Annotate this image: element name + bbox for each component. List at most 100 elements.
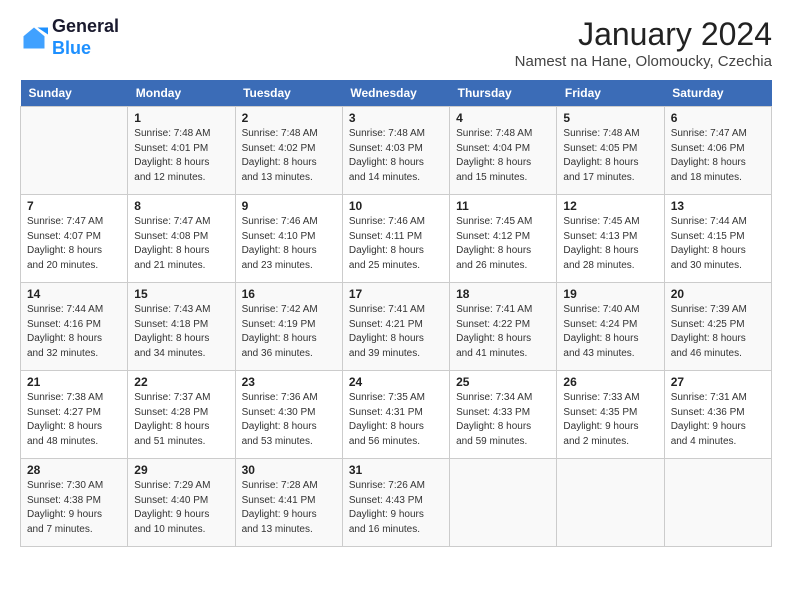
day-number: 13 [671,199,765,213]
day-number: 28 [27,463,121,477]
day-number: 23 [242,375,336,389]
calendar-week-row: 28Sunrise: 7:30 AM Sunset: 4:38 PM Dayli… [21,459,772,547]
day-number: 25 [456,375,550,389]
calendar-cell: 28Sunrise: 7:30 AM Sunset: 4:38 PM Dayli… [21,459,128,547]
calendar-header-cell: Sunday [21,80,128,107]
calendar-cell: 14 Sunrise: 7:44 AM Sunset: 4:16 PM Dayli… [21,283,128,371]
day-info: Sunrise: 7:45 AM Sunset: 4:12 PM Dayligh… [456,215,550,273]
calendar-cell: 4 Sunrise: 7:48 AM Sunset: 4:04 PM Daylig… [450,107,557,195]
calendar-header-cell: Thursday [450,80,557,107]
calendar-cell: 30 Sunrise: 7:28 AM Sunset: 4:41 PM Dayli… [235,459,342,547]
day-info: Sunrise: 7:47 AM Sunset: 4:06 PM Dayligh… [671,127,765,185]
calendar-cell: 21 Sunrise: 7:38 AM Sunset: 4:27 PM Dayli… [21,371,128,459]
calendar-cell [450,459,557,547]
calendar-cell: 29 Sunrise: 7:29 AM Sunset: 4:40 PM Dayli… [128,459,235,547]
day-info: Sunrise: 7:28 AM Sunset: 4:41 PM Dayligh… [242,479,336,537]
logo: General Blue [20,16,119,59]
calendar-cell: 1Sunrise: 7:48 AM Sunset: 4:01 PM Daylig… [128,107,235,195]
day-number: 16 [242,287,336,301]
day-number: 7 [27,199,121,213]
calendar-cell: 18 Sunrise: 7:41 AM Sunset: 4:22 PM Dayli… [450,283,557,371]
day-number: 30 [242,463,336,477]
day-info: Sunrise: 7:45 AM Sunset: 4:13 PM Dayligh… [563,215,657,273]
calendar-cell: 5 Sunrise: 7:48 AM Sunset: 4:05 PM Daylig… [557,107,664,195]
day-info: Sunrise: 7:44 AM Sunset: 4:15 PM Dayligh… [671,215,765,273]
day-number: 15 [134,287,228,301]
logo-text: General Blue [52,16,119,59]
calendar-cell: 12 Sunrise: 7:45 AM Sunset: 4:13 PM Dayli… [557,195,664,283]
calendar-cell: 3Sunrise: 7:48 AM Sunset: 4:03 PM Daylig… [342,107,449,195]
calendar-cell [664,459,771,547]
day-info: Sunrise: 7:37 AM Sunset: 4:28 PM Dayligh… [134,391,228,449]
day-info: Sunrise: 7:36 AM Sunset: 4:30 PM Dayligh… [242,391,336,449]
calendar-table: SundayMondayTuesdayWednesdayThursdayFrid… [20,80,772,547]
day-info: Sunrise: 7:40 AM Sunset: 4:24 PM Dayligh… [563,303,657,361]
calendar-header-cell: Wednesday [342,80,449,107]
day-number: 2 [242,111,336,125]
calendar-body: 1Sunrise: 7:48 AM Sunset: 4:01 PM Daylig… [21,107,772,547]
calendar-cell: 22 Sunrise: 7:37 AM Sunset: 4:28 PM Dayli… [128,371,235,459]
main-title: January 2024 [515,16,772,53]
day-number: 20 [671,287,765,301]
calendar-header-cell: Monday [128,80,235,107]
calendar-cell: 19 Sunrise: 7:40 AM Sunset: 4:24 PM Dayli… [557,283,664,371]
day-number: 19 [563,287,657,301]
day-number: 24 [349,375,443,389]
day-number: 11 [456,199,550,213]
calendar-cell: 26Sunrise: 7:33 AM Sunset: 4:35 PM Dayli… [557,371,664,459]
calendar-cell: 2 Sunrise: 7:48 AM Sunset: 4:02 PM Daylig… [235,107,342,195]
calendar-cell: 25 Sunrise: 7:34 AM Sunset: 4:33 PM Dayli… [450,371,557,459]
calendar-cell: 31Sunrise: 7:26 AM Sunset: 4:43 PM Dayli… [342,459,449,547]
calendar-cell: 11 Sunrise: 7:45 AM Sunset: 4:12 PM Dayli… [450,195,557,283]
day-number: 31 [349,463,443,477]
day-number: 18 [456,287,550,301]
day-info: Sunrise: 7:41 AM Sunset: 4:22 PM Dayligh… [456,303,550,361]
calendar-cell: 20 Sunrise: 7:39 AM Sunset: 4:25 PM Dayli… [664,283,771,371]
logo-icon [20,24,48,52]
day-info: Sunrise: 7:46 AM Sunset: 4:11 PM Dayligh… [349,215,443,273]
calendar-week-row: 7 Sunrise: 7:47 AM Sunset: 4:07 PM Daylig… [21,195,772,283]
day-number: 1 [134,111,228,125]
day-number: 10 [349,199,443,213]
title-block: January 2024 Namest na Hane, Olomoucky, … [515,16,772,70]
day-info: Sunrise: 7:48 AM Sunset: 4:04 PM Dayligh… [456,127,550,185]
day-info: Sunrise: 7:47 AM Sunset: 4:08 PM Dayligh… [134,215,228,273]
calendar-cell: 17Sunrise: 7:41 AM Sunset: 4:21 PM Dayli… [342,283,449,371]
day-number: 5 [563,111,657,125]
day-number: 12 [563,199,657,213]
day-number: 17 [349,287,443,301]
calendar-cell [557,459,664,547]
subtitle: Namest na Hane, Olomoucky, Czechia [515,53,772,70]
day-info: Sunrise: 7:48 AM Sunset: 4:05 PM Dayligh… [563,127,657,185]
day-info: Sunrise: 7:47 AM Sunset: 4:07 PM Dayligh… [27,215,121,273]
day-info: Sunrise: 7:38 AM Sunset: 4:27 PM Dayligh… [27,391,121,449]
day-info: Sunrise: 7:34 AM Sunset: 4:33 PM Dayligh… [456,391,550,449]
day-number: 29 [134,463,228,477]
day-number: 14 [27,287,121,301]
day-number: 6 [671,111,765,125]
day-number: 8 [134,199,228,213]
day-info: Sunrise: 7:44 AM Sunset: 4:16 PM Dayligh… [27,303,121,361]
calendar-cell: 23 Sunrise: 7:36 AM Sunset: 4:30 PM Dayli… [235,371,342,459]
day-number: 4 [456,111,550,125]
calendar-cell [21,107,128,195]
calendar-week-row: 1Sunrise: 7:48 AM Sunset: 4:01 PM Daylig… [21,107,772,195]
calendar-cell: 27Sunrise: 7:31 AM Sunset: 4:36 PM Dayli… [664,371,771,459]
calendar-week-row: 21 Sunrise: 7:38 AM Sunset: 4:27 PM Dayli… [21,371,772,459]
calendar-cell: 10 Sunrise: 7:46 AM Sunset: 4:11 PM Dayli… [342,195,449,283]
day-number: 22 [134,375,228,389]
day-info: Sunrise: 7:39 AM Sunset: 4:25 PM Dayligh… [671,303,765,361]
day-info: Sunrise: 7:31 AM Sunset: 4:36 PM Dayligh… [671,391,765,449]
calendar-cell: 8 Sunrise: 7:47 AM Sunset: 4:08 PM Daylig… [128,195,235,283]
calendar-cell: 9Sunrise: 7:46 AM Sunset: 4:10 PM Daylig… [235,195,342,283]
day-number: 21 [27,375,121,389]
calendar-cell: 16Sunrise: 7:42 AM Sunset: 4:19 PM Dayli… [235,283,342,371]
calendar-cell: 7 Sunrise: 7:47 AM Sunset: 4:07 PM Daylig… [21,195,128,283]
day-info: Sunrise: 7:29 AM Sunset: 4:40 PM Dayligh… [134,479,228,537]
calendar-cell: 15 Sunrise: 7:43 AM Sunset: 4:18 PM Dayli… [128,283,235,371]
day-number: 26 [563,375,657,389]
calendar-cell: 6 Sunrise: 7:47 AM Sunset: 4:06 PM Daylig… [664,107,771,195]
day-info: Sunrise: 7:48 AM Sunset: 4:02 PM Dayligh… [242,127,336,185]
calendar-header-cell: Tuesday [235,80,342,107]
day-info: Sunrise: 7:43 AM Sunset: 4:18 PM Dayligh… [134,303,228,361]
